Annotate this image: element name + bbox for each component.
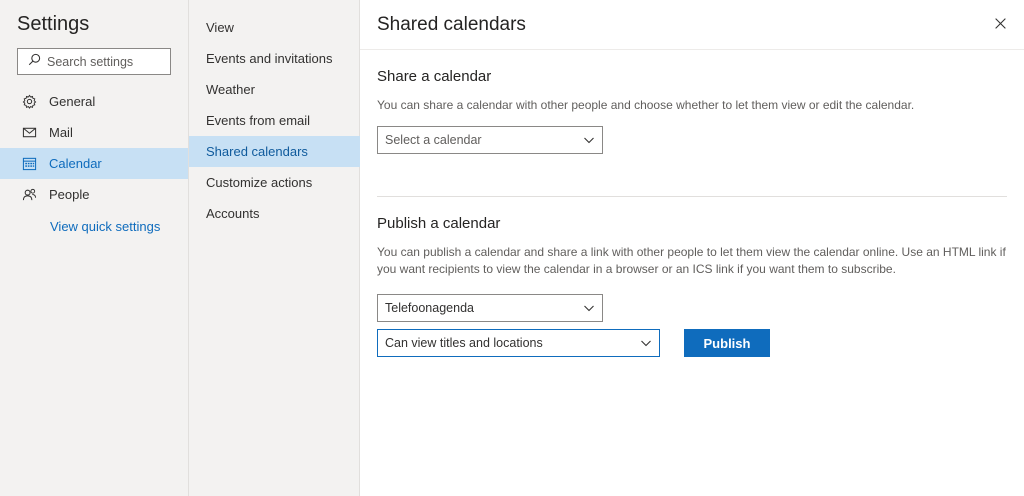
settings-title: Settings bbox=[17, 13, 90, 35]
nav-label: Mail bbox=[49, 125, 73, 140]
publish-calendar-dropdown[interactable]: Telefoonagenda bbox=[377, 294, 603, 322]
submenu-item-shared-calendars[interactable]: Shared calendars bbox=[189, 136, 360, 167]
dropdown-value: Can view titles and locations bbox=[385, 336, 543, 350]
close-button[interactable] bbox=[992, 15, 1008, 31]
submenu-item-weather[interactable]: Weather bbox=[189, 74, 360, 105]
select-calendar-dropdown[interactable]: Select a calendar bbox=[377, 126, 603, 154]
publish-calendar-heading: Publish a calendar bbox=[377, 215, 501, 232]
submenu-item-customize-actions[interactable]: Customize actions bbox=[189, 167, 360, 198]
submenu-item-view[interactable]: View bbox=[189, 12, 360, 43]
calendar-icon bbox=[21, 156, 37, 172]
nav-item-general[interactable]: General bbox=[0, 86, 188, 117]
submenu-item-events-from-email[interactable]: Events from email bbox=[189, 105, 360, 136]
view-quick-settings-link[interactable]: View quick settings bbox=[50, 219, 160, 234]
permission-dropdown[interactable]: Can view titles and locations bbox=[377, 329, 660, 357]
publish-button[interactable]: Publish bbox=[684, 329, 770, 357]
people-icon bbox=[21, 187, 37, 203]
content-pane: Shared calendars Share a calendar You ca… bbox=[360, 0, 1024, 496]
close-icon bbox=[994, 17, 1006, 29]
nav-label: People bbox=[49, 187, 90, 202]
section-divider bbox=[377, 196, 1007, 197]
nav-label: Calendar bbox=[49, 156, 102, 171]
chevron-down-icon bbox=[584, 137, 594, 144]
nav-item-mail[interactable]: Mail bbox=[0, 117, 188, 148]
submenu-item-accounts[interactable]: Accounts bbox=[189, 198, 360, 229]
share-calendar-description: You can share a calendar with other peop… bbox=[377, 98, 915, 112]
nav-item-people[interactable]: People bbox=[0, 179, 188, 210]
settings-sidebar: Settings General Mail Calendar People Vi… bbox=[0, 0, 188, 496]
calendar-submenu: View Events and invitations Weather Even… bbox=[188, 0, 360, 496]
nav-label: General bbox=[49, 94, 96, 109]
publish-calendar-description: You can publish a calendar and share a l… bbox=[377, 245, 1006, 276]
header-divider bbox=[360, 49, 1024, 50]
search-input[interactable] bbox=[47, 54, 167, 69]
search-icon bbox=[28, 53, 41, 71]
page-title: Shared calendars bbox=[377, 14, 526, 35]
submenu-item-events-and-invitations[interactable]: Events and invitations bbox=[189, 43, 360, 74]
nav-item-calendar[interactable]: Calendar bbox=[0, 148, 188, 179]
gear-icon bbox=[21, 94, 37, 110]
mail-icon bbox=[21, 125, 37, 141]
dropdown-value: Select a calendar bbox=[385, 133, 482, 147]
search-settings-box[interactable] bbox=[17, 48, 171, 75]
dropdown-value: Telefoonagenda bbox=[385, 301, 474, 315]
chevron-down-icon bbox=[584, 305, 594, 312]
chevron-down-icon bbox=[641, 340, 651, 347]
share-calendar-heading: Share a calendar bbox=[377, 68, 492, 85]
